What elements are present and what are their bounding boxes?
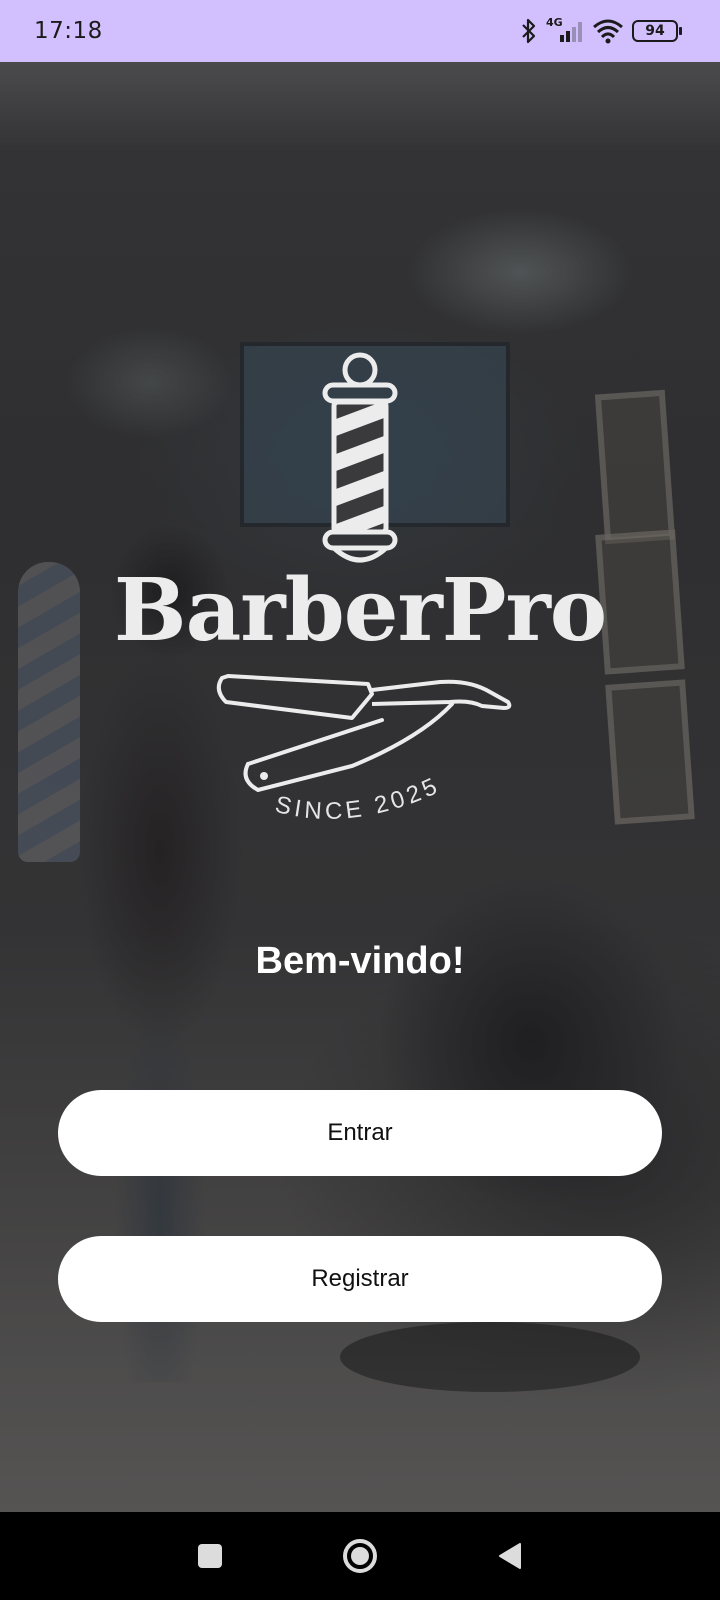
back-button[interactable]	[488, 1534, 532, 1578]
back-triangle-icon	[499, 1543, 521, 1569]
navigation-bar	[0, 1512, 720, 1600]
recents-button[interactable]	[188, 1534, 232, 1578]
brand-logo: BarberPro SINCE 2025	[0, 0, 720, 1600]
since-label-container: SINCE 2025	[273, 771, 445, 825]
login-button[interactable]: Entrar	[58, 1090, 662, 1176]
register-button[interactable]: Registrar	[58, 1236, 662, 1322]
recents-square-icon	[198, 1544, 222, 1568]
barber-pole-icon	[322, 352, 398, 563]
home-button[interactable]	[338, 1534, 382, 1578]
login-button-label: Entrar	[327, 1119, 393, 1146]
home-circle-icon	[343, 1539, 377, 1573]
register-button-label: Registrar	[311, 1265, 409, 1292]
welcome-title: Bem-vindo!	[255, 940, 465, 982]
brand-name: BarberPro	[113, 560, 607, 661]
straight-razor-icon	[216, 674, 512, 793]
since-label: SINCE 2025	[273, 771, 445, 825]
